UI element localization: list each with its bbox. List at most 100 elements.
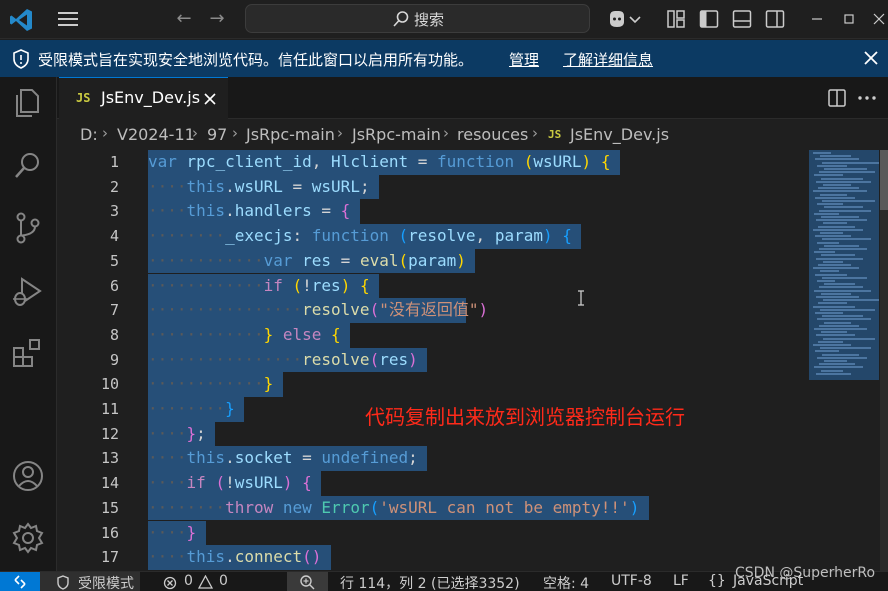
code-editor[interactable]: 1 2 3 4 5 6 7 8 9 10 11 12 13 14 15 16 17 var rpc_client… (57, 150, 888, 571)
code-line[interactable]: ····this.handlers = { (148, 199, 350, 224)
more-actions-icon[interactable] (855, 88, 879, 108)
line-number: 11 (100, 400, 119, 418)
code-line[interactable]: ········throw new Error('wsURL can not b… (148, 496, 639, 521)
breadcrumb: D: › V2024-11 › 97 › JsRpc-main › JsRpc-… (57, 120, 888, 150)
warning-count[interactable]: 0 (219, 573, 228, 589)
run-debug-icon[interactable] (10, 274, 46, 310)
code-line[interactable]: ····if (!wsURL) { (148, 471, 312, 496)
code-line[interactable]: ····this.connect() (148, 545, 321, 570)
breadcrumb-file[interactable]: JsEnv_Dev.js (570, 125, 669, 144)
command-center-search[interactable]: 搜索 (245, 4, 590, 33)
code-line[interactable]: var rpc_client_id, Hlclient = function (… (148, 150, 610, 175)
js-file-icon: JS (76, 91, 91, 105)
line-number: 12 (100, 424, 119, 443)
breadcrumb-item[interactable]: D: (80, 125, 98, 144)
search-label: 搜索 (414, 11, 445, 29)
remote-indicator[interactable] (0, 572, 40, 591)
end-of-line[interactable]: LF (673, 573, 689, 589)
source-control-icon[interactable] (10, 210, 46, 246)
code-area[interactable]: var rpc_client_id, Hlclient = function (… (148, 150, 808, 571)
encoding[interactable]: UTF-8 (611, 573, 652, 589)
search-icon[interactable] (10, 147, 46, 183)
line-number: 15 (100, 498, 119, 517)
code-line[interactable]: ············if (!res) { (148, 274, 370, 299)
minimap[interactable] (809, 150, 879, 380)
chevron-right-icon: › (337, 124, 343, 142)
code-line[interactable]: ········_execjs: function (resolve, para… (148, 224, 572, 249)
code-line[interactable]: ············} else { (148, 323, 341, 348)
settings-gear-icon[interactable] (10, 520, 46, 556)
braces-icon: {} (708, 573, 726, 589)
tab-jsenv-dev[interactable]: JS JsEnv_Dev.js (59, 77, 228, 119)
indentation[interactable]: 空格: 4 (543, 573, 589, 591)
banner-message: 受限模式旨在实现安全地浏览代码。信任此窗口以启用所有功能。 (38, 51, 474, 69)
line-number: 7 (109, 301, 119, 320)
warning-icon (198, 575, 213, 589)
forward-arrow-icon[interactable]: → (206, 9, 228, 29)
zoom-icon (300, 575, 315, 590)
code-line[interactable]: ····}; (148, 422, 206, 447)
maximize-icon[interactable] (838, 8, 860, 30)
chevron-down-icon[interactable] (628, 8, 642, 30)
line-number: 13 (100, 449, 119, 468)
title-bar: ← → 搜索 (0, 0, 888, 39)
chevron-right-icon: › (192, 124, 198, 142)
restricted-mode-banner: 受限模式旨在实现安全地浏览代码。信任此窗口以启用所有功能。 管理 了解详细信息 (0, 40, 888, 77)
code-line[interactable]: ····this.socket = undefined; (148, 446, 418, 471)
restricted-mode-label: 受限模式 (78, 576, 134, 591)
line-number: 6 (109, 276, 119, 295)
tab-label: JsEnv_Dev.js (101, 88, 201, 107)
breadcrumb-item[interactable]: JsRpc-main (246, 125, 335, 144)
line-number: 9 (109, 350, 119, 369)
chevron-right-icon: › (232, 124, 238, 142)
learn-more-link[interactable]: 了解详细信息 (563, 49, 653, 70)
line-number: 1 (109, 153, 119, 171)
toggle-panel-icon[interactable] (731, 8, 753, 30)
line-number: 10 (100, 375, 119, 394)
remote-icon (14, 575, 26, 589)
menu-icon[interactable] (56, 9, 80, 29)
code-line[interactable]: ················resolve("没有返回值") (148, 298, 488, 323)
close-icon[interactable] (862, 49, 880, 67)
annotation-text: 代码复制出来放到浏览器控制台运行 (365, 405, 685, 429)
breadcrumb-item[interactable]: JsRpc-main (352, 125, 441, 144)
line-number: 16 (100, 523, 119, 542)
breadcrumb-item[interactable]: 97 (207, 125, 227, 144)
code-line[interactable]: ····this.wsURL = wsURL; (148, 175, 370, 200)
layout-icon[interactable] (665, 8, 687, 30)
code-line[interactable]: ············var res = eval(param) (148, 249, 466, 274)
search-icon (393, 11, 409, 27)
error-icon (163, 576, 177, 590)
scrollbar-thumb[interactable] (880, 150, 888, 210)
breadcrumb-item[interactable]: V2024-11 (117, 125, 195, 144)
split-editor-icon[interactable] (827, 88, 847, 108)
copilot-icon[interactable] (606, 8, 628, 30)
code-line[interactable]: ················resolve(res) (148, 348, 418, 373)
line-number: 14 (100, 474, 119, 493)
vertical-scrollbar[interactable] (880, 150, 888, 571)
cursor-position[interactable]: 行 114，列 2 (已选择3352) (340, 573, 520, 591)
close-window-icon[interactable] (868, 8, 888, 30)
accounts-icon[interactable] (10, 458, 46, 494)
vscode-logo (10, 9, 32, 31)
line-number: 5 (109, 251, 119, 270)
error-count[interactable]: 0 (184, 573, 193, 589)
minimize-icon[interactable] (806, 8, 828, 30)
back-arrow-icon[interactable]: ← (173, 9, 195, 29)
breadcrumb-item[interactable]: resouces (457, 125, 528, 144)
manage-link[interactable]: 管理 (509, 49, 539, 70)
line-number: 17 (100, 548, 119, 567)
code-line[interactable]: ········} (148, 397, 235, 422)
code-line[interactable]: ············} (148, 372, 273, 397)
close-icon[interactable] (202, 91, 218, 107)
code-line[interactable]: ····} (148, 521, 196, 546)
shield-icon (57, 575, 69, 590)
line-number-gutter: 1 2 3 4 5 6 7 8 9 10 11 12 13 14 15 16 17 (57, 150, 119, 571)
explorer-icon[interactable] (10, 85, 46, 121)
line-number: 8 (109, 325, 119, 344)
chevron-right-icon: › (102, 124, 108, 142)
toggle-primary-sidebar-icon[interactable] (698, 8, 720, 30)
extensions-icon[interactable] (10, 336, 46, 372)
js-file-icon: JS (548, 128, 562, 141)
toggle-secondary-sidebar-icon[interactable] (764, 8, 786, 30)
